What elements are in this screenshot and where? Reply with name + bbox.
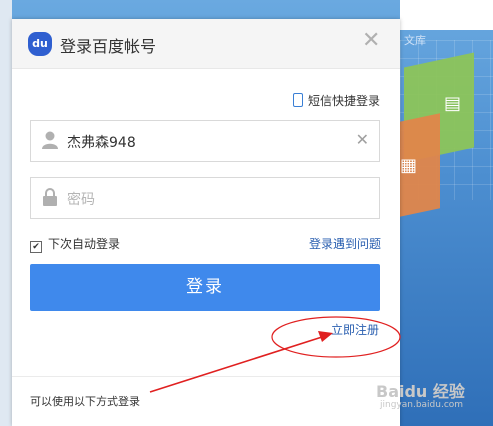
auto-login-label: 下次自动登录 (48, 237, 121, 251)
register-link[interactable]: 立即注册 (331, 321, 379, 338)
calendar-icon: ▦ (400, 155, 418, 176)
document-icon: ▤ (444, 93, 462, 114)
dialog-title: 登录百度帐号 (60, 37, 157, 56)
background-left-strip (0, 0, 12, 426)
other-login-methods: 可以使用以下方式登录 (30, 395, 140, 408)
user-icon (42, 131, 58, 149)
username-value: 杰弗森948 (67, 135, 136, 151)
background-top-strip (400, 0, 493, 30)
sms-login-label: 短信快捷登录 (308, 94, 381, 108)
clear-icon[interactable]: ✕ (356, 130, 369, 149)
login-trouble-link[interactable]: 登录遇到问题 (309, 235, 381, 252)
close-icon[interactable]: ✕ (362, 29, 380, 53)
auto-login-checkbox[interactable]: ✔ (30, 241, 42, 253)
baidu-logo-icon: du (28, 32, 52, 56)
sms-login-link[interactable]: 短信快捷登录 (293, 92, 380, 109)
wenku-label: 文库 (404, 34, 426, 47)
dialog-header: du 登录百度帐号 ✕ (12, 19, 400, 69)
watermark: Baidu 经验 (376, 382, 465, 401)
login-dialog: du 登录百度帐号 ✕ 短信快捷登录 杰弗森948 ✕ 密码 ✔ 下次自动登录 登… (12, 19, 400, 426)
divider (12, 376, 400, 377)
login-button[interactable]: 登录 (30, 264, 380, 311)
phone-icon (293, 93, 303, 107)
watermark-url: jingyan.baidu.com (380, 400, 464, 410)
username-field[interactable]: 杰弗森948 ✕ (30, 120, 380, 162)
password-placeholder: 密码 (67, 192, 95, 208)
auto-login-option[interactable]: ✔ 下次自动登录 (30, 235, 120, 253)
password-field[interactable]: 密码 (30, 177, 380, 219)
lock-icon (43, 188, 57, 206)
